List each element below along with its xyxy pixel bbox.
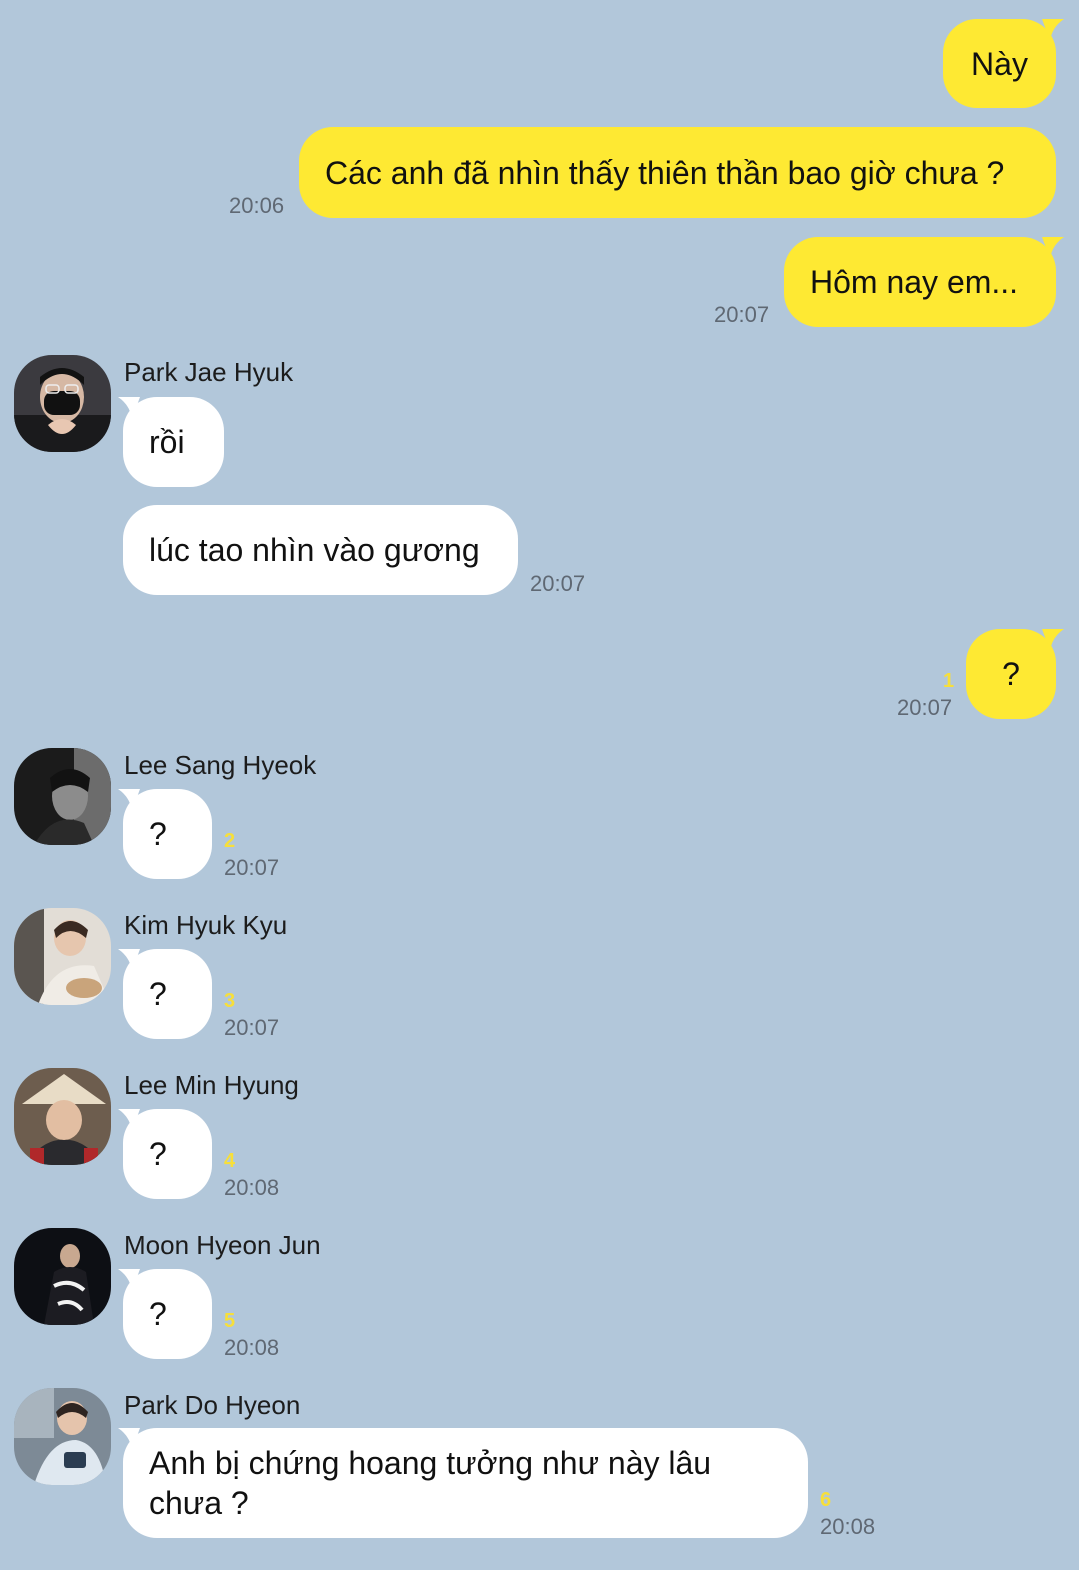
incoming-message-bubble[interactable]: ? [123,789,212,879]
incoming-message-bubble[interactable]: ? [123,1109,212,1199]
message-time: 20:08 [224,1335,280,1360]
bubble-tail [1042,237,1064,259]
message-time: 20:08 [224,1175,280,1200]
message-time: 20:07 [897,695,953,720]
incoming-message-bubble[interactable]: Anh bị chứng hoang tưởng như này lâu chư… [123,1428,808,1538]
message-time: 20:06 [229,193,285,218]
unread-count: 3 [224,990,236,1012]
avatar-park-do-hyeon[interactable] [14,1388,111,1485]
unread-count: 2 [224,830,236,852]
sender-name: Lee Sang Hyeok [124,750,317,780]
avatar-kim-hyuk-kyu[interactable] [14,908,111,1005]
message-text: ? [149,1296,167,1332]
message-text: rồi [149,424,185,460]
message-text: ? [149,1136,167,1172]
sender-name: Kim Hyuk Kyu [124,910,288,940]
incoming-message-bubble[interactable]: lúc tao nhìn vào gương [123,505,518,595]
avatar-moon-hyeon-jun[interactable] [14,1228,111,1325]
sender-name: Park Jae Hyuk [124,357,294,387]
sender-name: Lee Min Hyung [124,1070,299,1100]
unread-count: 4 [224,1150,236,1172]
message-text: ? [149,816,167,852]
avatar-lee-min-hyung[interactable] [14,1068,111,1165]
avatar-lee-sang-hyeok[interactable] [14,748,111,845]
unread-count: 6 [820,1489,832,1511]
outgoing-message-bubble[interactable]: Các anh đã nhìn thấy thiên thần bao giờ … [299,127,1056,218]
bubble-tail [1042,19,1064,41]
incoming-message-bubble[interactable]: ? [123,949,212,1039]
incoming-message-bubble[interactable]: ? [123,1269,212,1359]
sender-name: Moon Hyeon Jun [124,1230,321,1260]
avatar-park-jae-hyuk[interactable] [14,355,111,452]
message-text: ? [149,976,167,1012]
message-time: 20:07 [224,1015,280,1040]
message-time: 20:07 [530,571,586,596]
unread-count: 5 [224,1310,236,1332]
message-text: Các anh đã nhìn thấy thiên thần bao giờ … [325,154,1005,191]
outgoing-message-bubble[interactable]: Hôm nay em... [784,237,1056,327]
message-text: lúc tao nhìn vào gương [149,532,480,568]
incoming-message-bubble[interactable]: rồi [123,397,224,487]
message-time: 20:07 [224,855,280,880]
bubble-tail [1042,629,1064,651]
message-text: ? [1002,656,1020,692]
message-text: Này [971,45,1028,82]
message-text: Hôm nay em... [810,264,1019,300]
message-text: Anh bị chứng hoang tưởng như này lâu chư… [149,1445,712,1521]
sender-name: Park Do Hyeon [124,1390,301,1420]
message-time: 20:07 [714,302,770,327]
message-time: 20:08 [820,1514,876,1539]
unread-count: 1 [943,670,955,692]
outgoing-message-bubble[interactable]: Này [943,19,1056,108]
